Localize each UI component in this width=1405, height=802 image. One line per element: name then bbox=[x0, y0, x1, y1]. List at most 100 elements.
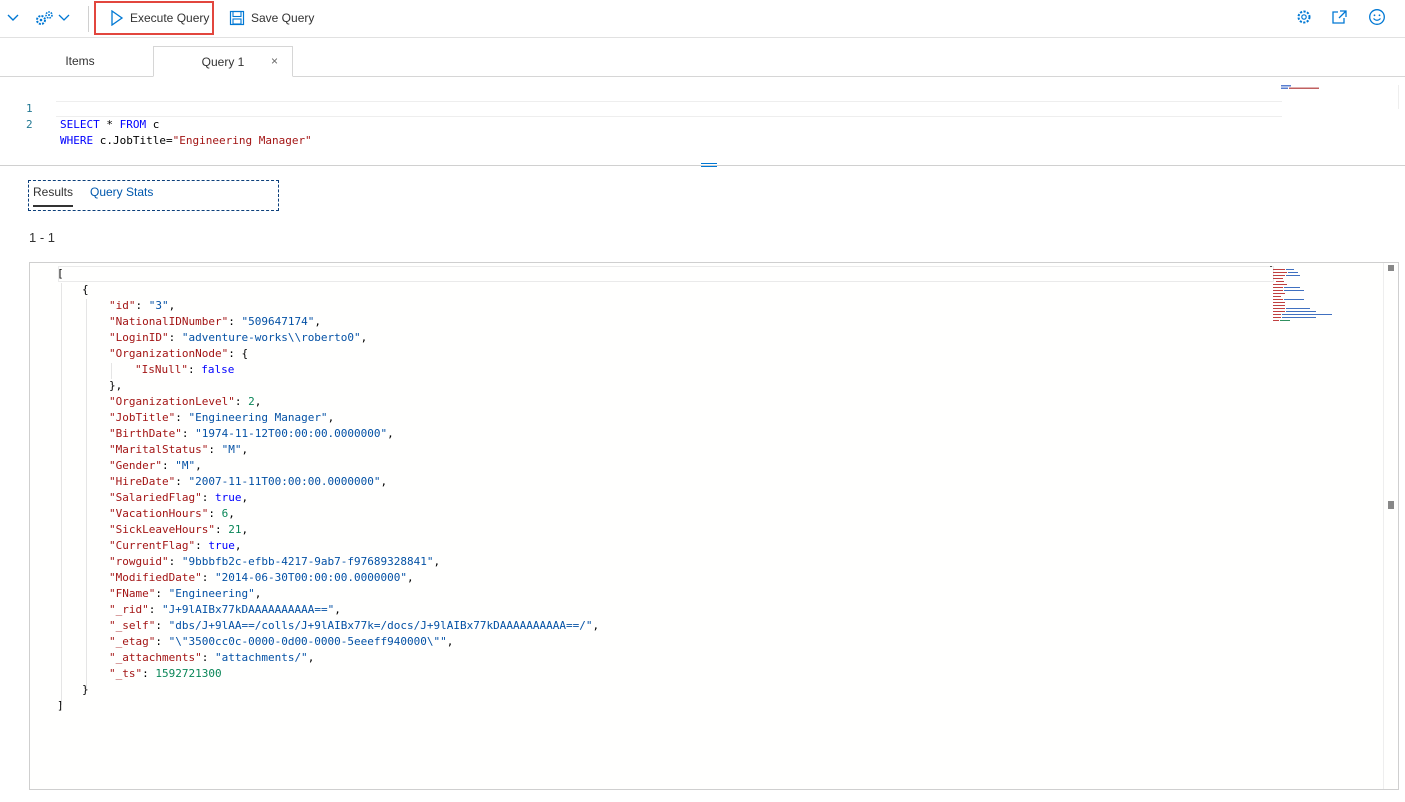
json-key: "_self" bbox=[109, 619, 156, 632]
gear-cluster-icon[interactable] bbox=[34, 9, 56, 27]
code-text: c bbox=[146, 118, 160, 131]
json-key: "IsNull" bbox=[135, 363, 188, 376]
json-punct: , bbox=[307, 651, 315, 664]
json-key: "_rid" bbox=[109, 603, 149, 616]
json-value: "2014-06-30T00:00:00.0000000" bbox=[214, 571, 408, 584]
json-line: } bbox=[82, 682, 89, 698]
tab-query-1[interactable]: Query 1 × bbox=[153, 46, 293, 77]
json-key: "SickLeaveHours" bbox=[109, 523, 215, 536]
json-scrollbar[interactable] bbox=[1383, 263, 1398, 789]
json-value: "\"3500cc0c-0000-0d00-0000-5eeeff940000\… bbox=[168, 635, 447, 648]
scrollbar-marker bbox=[1388, 501, 1394, 509]
json-key: "rowguid" bbox=[109, 555, 169, 568]
line-number: 1 bbox=[26, 102, 33, 115]
json-value: "dbs/J+9lAA==/colls/J+9lAIBx77k=/docs/J+… bbox=[168, 619, 593, 632]
json-punct: , bbox=[228, 507, 235, 520]
json-value: "509647174" bbox=[241, 315, 315, 328]
json-value: "3" bbox=[148, 299, 169, 312]
json-line: "IsNull": false bbox=[135, 363, 235, 376]
feedback-smiley-icon[interactable] bbox=[1368, 8, 1386, 26]
results-tablist: Results Query Stats bbox=[28, 180, 279, 211]
json-line: { bbox=[82, 282, 89, 298]
keyword: SELECT bbox=[60, 118, 100, 131]
current-line-highlight bbox=[58, 266, 1274, 282]
query-editor[interactable]: 1 SELECT * FROM c 2 WHERE c.JobTitle="En… bbox=[0, 85, 1405, 166]
json-key: "CurrentFlag" bbox=[109, 539, 196, 552]
json-value: "M" bbox=[175, 459, 196, 472]
json-punct: , bbox=[407, 571, 414, 584]
json-punct: , bbox=[380, 475, 388, 488]
indent-guide bbox=[61, 283, 62, 705]
json-punct: , bbox=[241, 523, 249, 536]
json-line: "JobTitle": "Engineering Manager", bbox=[109, 411, 335, 424]
json-value: false bbox=[201, 363, 235, 376]
pane-splitter-handle[interactable] bbox=[701, 161, 717, 169]
json-key: "id" bbox=[109, 299, 136, 312]
json-results-viewer[interactable]: [ { "id": "3", "NationalIDNumber": "50964… bbox=[29, 262, 1399, 790]
json-value: true bbox=[214, 491, 242, 504]
editor-scrollbar[interactable] bbox=[1398, 85, 1405, 109]
document-tabs: Items Query 1 × bbox=[0, 38, 1405, 77]
json-punct: , bbox=[433, 555, 441, 568]
json-value: 21 bbox=[228, 523, 242, 536]
chevron-down-icon[interactable] bbox=[6, 11, 20, 25]
json-key: "ModifiedDate" bbox=[109, 571, 202, 584]
json-punct: , bbox=[241, 491, 249, 504]
json-value: "M" bbox=[221, 443, 242, 456]
json-value: "1974-11-12T00:00:00.0000000" bbox=[195, 427, 388, 440]
json-line: "_rid": "J+9lAIBx77kDAAAAAAAAAA==", bbox=[109, 603, 341, 616]
json-punct: , bbox=[360, 331, 368, 344]
json-value: "J+9lAIBx77kDAAAAAAAAAA==" bbox=[162, 603, 335, 616]
editor-minimap[interactable] bbox=[1281, 85, 1321, 91]
json-line: "ModifiedDate": "2014-06-30T00:00:00.000… bbox=[109, 571, 414, 584]
tab-query-stats[interactable]: Query Stats bbox=[90, 185, 153, 199]
json-minimap[interactable] bbox=[1270, 266, 1350, 322]
close-icon[interactable]: × bbox=[271, 54, 278, 68]
json-value: "Engineering" bbox=[168, 587, 255, 600]
json-punct: , bbox=[234, 539, 242, 552]
json-key: "_etag" bbox=[109, 635, 156, 648]
json-punct: , bbox=[314, 315, 321, 328]
current-line-highlight bbox=[56, 101, 1282, 117]
scrollbar-marker bbox=[1388, 265, 1394, 271]
json-punct: [ bbox=[57, 267, 64, 280]
json-line: "SalariedFlag": true, bbox=[109, 491, 249, 504]
json-punct: , bbox=[241, 443, 249, 456]
json-punct: }, bbox=[109, 379, 123, 392]
save-icon bbox=[229, 10, 245, 26]
code-text: * bbox=[99, 118, 120, 131]
json-punct: , bbox=[387, 427, 394, 440]
json-line: "rowguid": "9bbbfb2c-efbb-4217-9ab7-f976… bbox=[109, 555, 441, 568]
tab-results[interactable]: Results bbox=[33, 185, 74, 207]
keyword: WHERE bbox=[60, 134, 94, 147]
json-key: "LoginID" bbox=[109, 331, 169, 344]
json-punct: , bbox=[592, 619, 600, 632]
json-punct: ] bbox=[57, 699, 64, 712]
json-line: "SickLeaveHours": 21, bbox=[109, 523, 249, 536]
tab-items-label: Items bbox=[65, 54, 95, 68]
json-line: "OrganizationNode": { bbox=[109, 347, 249, 360]
json-line: "_ts": 1592721300 bbox=[109, 667, 222, 680]
json-punct: , bbox=[334, 603, 341, 616]
code-line: 2 WHERE c.JobTitle="Engineering Manager" bbox=[0, 101, 312, 147]
json-key: "Gender" bbox=[109, 459, 162, 472]
json-line: "Gender": "M", bbox=[109, 459, 202, 472]
open-external-icon[interactable] bbox=[1331, 9, 1349, 25]
command-bar: Execute Query Save Query bbox=[0, 0, 1405, 38]
json-line: "FName": "Engineering", bbox=[109, 587, 262, 600]
json-punct: } bbox=[82, 683, 89, 696]
tab-items[interactable]: Items bbox=[40, 46, 120, 76]
settings-icon[interactable] bbox=[1296, 9, 1312, 25]
json-line: [ bbox=[57, 266, 64, 282]
json-line: "BirthDate": "1974-11-12T00:00:00.000000… bbox=[109, 427, 394, 440]
json-key: "FName" bbox=[109, 587, 156, 600]
chevron-down-icon[interactable] bbox=[58, 11, 70, 25]
json-key: "JobTitle" bbox=[109, 411, 176, 424]
json-line: "_attachments": "attachments/", bbox=[109, 651, 315, 664]
save-query-button[interactable]: Save Query bbox=[229, 6, 314, 30]
json-line: "NationalIDNumber": "509647174", bbox=[109, 315, 321, 328]
code-line: 1 SELECT * FROM c bbox=[0, 85, 159, 131]
keyword: FROM bbox=[119, 118, 147, 131]
json-key: "OrganizationLevel" bbox=[109, 395, 235, 408]
json-value: "9bbbfb2c-efbb-4217-9ab7-f97689328841" bbox=[181, 555, 434, 568]
